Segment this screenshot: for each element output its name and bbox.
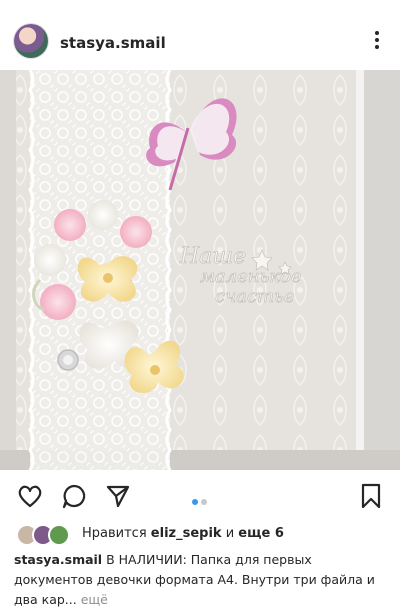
- likes-connector: и: [225, 526, 235, 541]
- carousel-dot: [201, 499, 207, 505]
- bookmark-icon[interactable]: [358, 482, 384, 510]
- chipboard-line-3: счастье: [215, 286, 295, 307]
- post-actions: [0, 472, 400, 520]
- send-icon[interactable]: [104, 482, 132, 510]
- more-vertical-icon[interactable]: [374, 31, 380, 51]
- likes-user[interactable]: eliz_sepik: [151, 526, 222, 541]
- caption-username[interactable]: stasya.smail: [14, 552, 102, 567]
- comment-icon[interactable]: [60, 482, 88, 510]
- liker-avatar-3[interactable]: [48, 524, 70, 546]
- post-photo[interactable]: Наше маленькое счастье: [0, 70, 400, 470]
- caption-more-link[interactable]: ещё: [77, 592, 108, 607]
- post-header: stasya.smail: [0, 0, 400, 70]
- carousel-indicator: [192, 492, 210, 510]
- username[interactable]: stasya.smail: [60, 34, 166, 52]
- photo-illustration: Наше маленькое счастье: [0, 70, 400, 470]
- likes-others[interactable]: еще 6: [238, 526, 284, 541]
- likes-text[interactable]: Нравится eliz_sepik и еще 6: [82, 526, 284, 541]
- likes-prefix: Нравится: [82, 526, 147, 541]
- likes-row: Нравится eliz_sepik и еще 6: [0, 520, 400, 546]
- carousel-dot-active: [192, 499, 198, 505]
- avatar[interactable]: [14, 24, 48, 58]
- heart-icon[interactable]: [16, 482, 44, 510]
- caption: stasya.smail В НАЛИЧИИ: Папка для первых…: [14, 550, 386, 610]
